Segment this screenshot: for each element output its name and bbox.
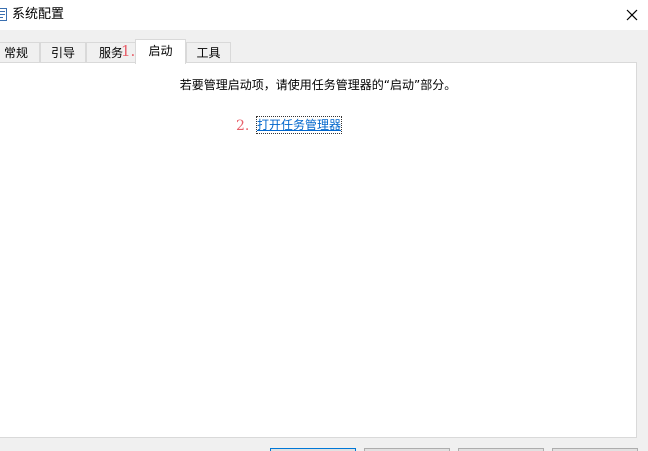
- tab-label: 工具: [196, 46, 221, 60]
- window-title: 系统配置: [12, 7, 65, 22]
- tab-tools[interactable]: 工具: [186, 42, 231, 62]
- title-bar: 系统配置: [0, 0, 648, 30]
- step-annotation-2: 2.: [236, 118, 250, 134]
- open-task-manager-link[interactable]: 打开任务管理器: [255, 116, 343, 134]
- close-button[interactable]: [616, 0, 648, 30]
- msconfig-icon: [0, 7, 7, 21]
- dialog-body: 常规 引导 服务 启动 工具 1. 若要管理启动项，请使用任务管理器的“启动”部…: [0, 30, 648, 451]
- step-annotation-1: 1.: [121, 42, 136, 60]
- tab-label: 服务: [98, 46, 123, 60]
- tab-label: 引导: [50, 46, 75, 60]
- startup-tab-panel: 若要管理启动项，请使用任务管理器的“启动”部分。 2. 打开任务管理器: [0, 62, 637, 438]
- tab-general[interactable]: 常规: [0, 42, 40, 62]
- tab-startup[interactable]: 启动: [135, 39, 186, 64]
- tab-boot[interactable]: 引导: [40, 42, 86, 62]
- startup-instruction: 若要管理启动项，请使用任务管理器的“启动”部分。: [179, 78, 457, 92]
- tab-label: 启动: [148, 44, 173, 58]
- tab-label: 常规: [3, 46, 28, 60]
- close-icon: [626, 6, 638, 25]
